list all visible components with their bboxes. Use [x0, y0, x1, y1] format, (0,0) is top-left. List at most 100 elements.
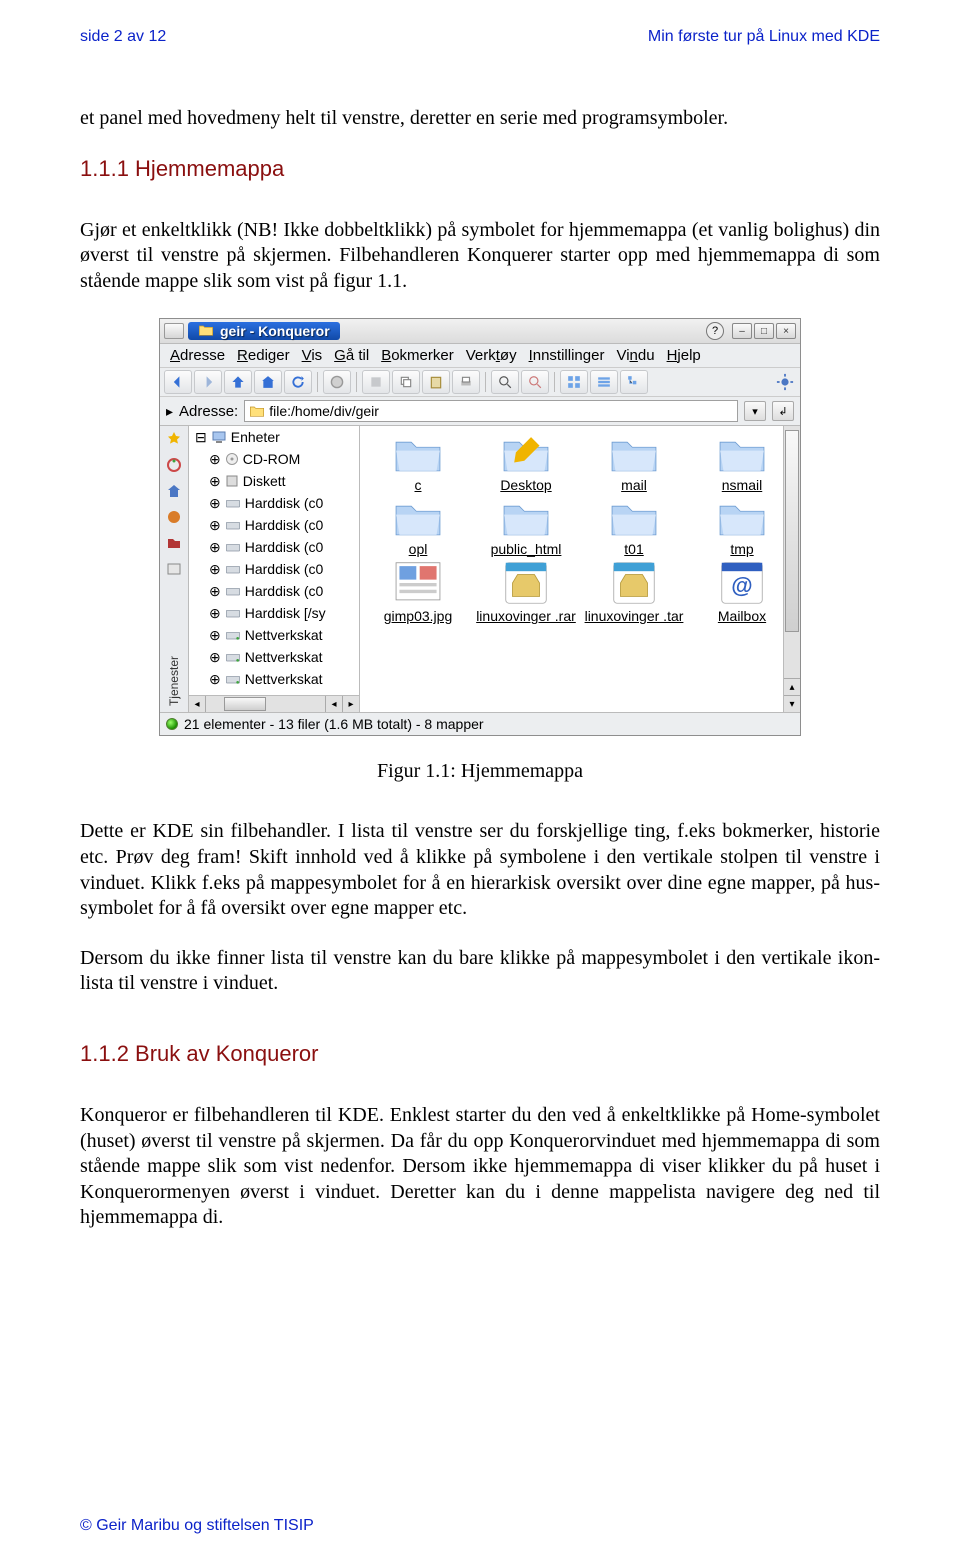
- folder-icon: [391, 496, 445, 540]
- drive-icon: [225, 606, 241, 620]
- tree-item[interactable]: ⊕Nettverkskat: [189, 624, 359, 646]
- archive-icon: [499, 559, 553, 607]
- minimize-button[interactable]: –: [732, 323, 752, 339]
- help-icon[interactable]: ?: [706, 322, 724, 340]
- window-titlebar: geir - Konqueror ? – □ ×: [160, 319, 800, 344]
- folder-icon: [249, 404, 265, 418]
- addressbar-arrow-icon: ▸: [166, 403, 173, 420]
- status-indicator-icon: [166, 718, 178, 730]
- menu-gatil[interactable]: Gå til: [334, 347, 369, 364]
- tree-item[interactable]: ⊕Harddisk (c0: [189, 558, 359, 580]
- folder-item[interactable]: opl: [364, 496, 472, 557]
- sidebar: Tjenester: [160, 426, 189, 712]
- menu-adresse[interactable]: Adresse: [170, 347, 225, 364]
- zoom-out-button[interactable]: [521, 370, 549, 394]
- content-panel: c Desktop mail nsmail: [360, 426, 800, 712]
- figure-konqueror: geir - Konqueror ? – □ × Adresse Rediger…: [80, 318, 880, 736]
- menu-innstillinger[interactable]: Innstillinger: [529, 347, 605, 364]
- close-button[interactable]: ×: [776, 323, 796, 339]
- drive-icon: [225, 562, 241, 576]
- folder-item[interactable]: c: [364, 432, 472, 493]
- toolbar: [160, 368, 800, 397]
- tree-item[interactable]: ⊕Harddisk (c0: [189, 580, 359, 602]
- stop-button[interactable]: [323, 370, 351, 394]
- menu-hjelp[interactable]: Hjelp: [667, 347, 701, 364]
- menu-vindu[interactable]: Vindu: [616, 347, 654, 364]
- view-tree-button[interactable]: [620, 370, 648, 394]
- header-right: Min første tur på Linux med KDE: [648, 28, 880, 46]
- disc-icon: [225, 452, 239, 466]
- address-input[interactable]: file:/home/div/geir: [244, 400, 738, 422]
- folder-item[interactable]: mail: [580, 432, 688, 493]
- sidebar-bookmark-icon[interactable]: [165, 430, 183, 448]
- tree-item[interactable]: ⊕Nettverkskat: [189, 668, 359, 690]
- menu-verktoy[interactable]: Verktøy: [466, 347, 517, 364]
- maximize-button[interactable]: □: [754, 323, 774, 339]
- folder-icon: [391, 432, 445, 476]
- page-footer: © Geir Maribu og stiftelsen TISIP: [80, 1517, 314, 1535]
- paste-button[interactable]: [422, 370, 450, 394]
- folder-item[interactable]: public_html: [472, 496, 580, 557]
- computer-icon: [211, 429, 227, 445]
- tree-root[interactable]: ⊟ Enheter: [189, 426, 359, 448]
- file-item[interactable]: gimp03.jpg: [364, 559, 472, 624]
- file-item[interactable]: linuxovinger .tar: [580, 559, 688, 624]
- forward-button[interactable]: [194, 370, 222, 394]
- icon-grid: c Desktop mail nsmail: [360, 426, 800, 624]
- folder-item[interactable]: Desktop: [472, 432, 580, 493]
- menu-rediger[interactable]: Rediger: [237, 347, 290, 364]
- content-scrollbar[interactable]: ▴ ▾: [783, 426, 800, 712]
- tree-item[interactable]: ⊕Harddisk (c0: [189, 536, 359, 558]
- sidebar-history-icon[interactable]: [165, 456, 183, 474]
- paragraph-filebrowser: Dette er KDE sin filbehandler. I lista t…: [80, 819, 880, 921]
- floppy-icon: [225, 474, 239, 488]
- tree-item[interactable]: ⊕CD-ROM: [189, 448, 359, 470]
- reload-button[interactable]: [284, 370, 312, 394]
- menu-vis[interactable]: Vis: [302, 347, 323, 364]
- tree-item[interactable]: ⊕Harddisk (c0: [189, 514, 359, 536]
- folder-icon: [198, 323, 214, 340]
- go-button[interactable]: ↲: [772, 401, 794, 421]
- archive-icon: [607, 559, 661, 607]
- header-left: side 2 av 12: [80, 28, 166, 46]
- tree-item[interactable]: ⊕Harddisk (c0: [189, 492, 359, 514]
- paragraph-open-home: Gjør et enkeltklikk (NB! Ikke dobbeltkli…: [80, 218, 880, 295]
- sidebar-root-icon[interactable]: [165, 534, 183, 552]
- folder-edit-icon: [499, 432, 553, 476]
- folder-item[interactable]: t01: [580, 496, 688, 557]
- paragraph-missing-list: Dersom du ikke finner lista til venstre …: [80, 946, 880, 997]
- tree-item[interactable]: ⊕Diskett: [189, 470, 359, 492]
- figure-caption: Figur 1.1: Hjemmemappa: [80, 760, 880, 783]
- drive-icon: [225, 496, 241, 510]
- folder-icon: [499, 496, 553, 540]
- cut-button[interactable]: [362, 370, 390, 394]
- copy-button[interactable]: [392, 370, 420, 394]
- tree-item[interactable]: ⊕Harddisk [/sy: [189, 602, 359, 624]
- address-value: file:/home/div/geir: [269, 403, 379, 419]
- folder-item[interactable]: nsmail: [688, 432, 796, 493]
- gear-icon[interactable]: [774, 371, 796, 393]
- address-dropdown-button[interactable]: ▾: [744, 401, 766, 421]
- home-button[interactable]: [254, 370, 282, 394]
- window-menu-button[interactable]: [164, 323, 184, 339]
- sidebar-label: Tjenester: [167, 656, 181, 706]
- tree-item[interactable]: ⊕Nettverkskat: [189, 646, 359, 668]
- sidebar-home-icon[interactable]: [165, 482, 183, 500]
- zoom-in-button[interactable]: [491, 370, 519, 394]
- view-list-button[interactable]: [590, 370, 618, 394]
- status-text: 21 elementer - 13 filer (1.6 MB totalt) …: [184, 716, 484, 732]
- file-item[interactable]: linuxovinger .rar: [472, 559, 580, 624]
- sidebar-services-icon[interactable]: [165, 560, 183, 578]
- up-button[interactable]: [224, 370, 252, 394]
- drive-icon: [225, 518, 241, 532]
- window-title: geir - Konqueror: [188, 322, 340, 340]
- view-icons-button[interactable]: [560, 370, 588, 394]
- print-button[interactable]: [452, 370, 480, 394]
- file-item[interactable]: @ Mailbox: [688, 559, 796, 624]
- tree-scrollbar[interactable]: ◂ ◂ ▸: [189, 695, 359, 712]
- folder-item[interactable]: tmp: [688, 496, 796, 557]
- menu-bokmerker[interactable]: Bokmerker: [381, 347, 454, 364]
- back-button[interactable]: [164, 370, 192, 394]
- folder-icon: [607, 432, 661, 476]
- sidebar-network-icon[interactable]: [165, 508, 183, 526]
